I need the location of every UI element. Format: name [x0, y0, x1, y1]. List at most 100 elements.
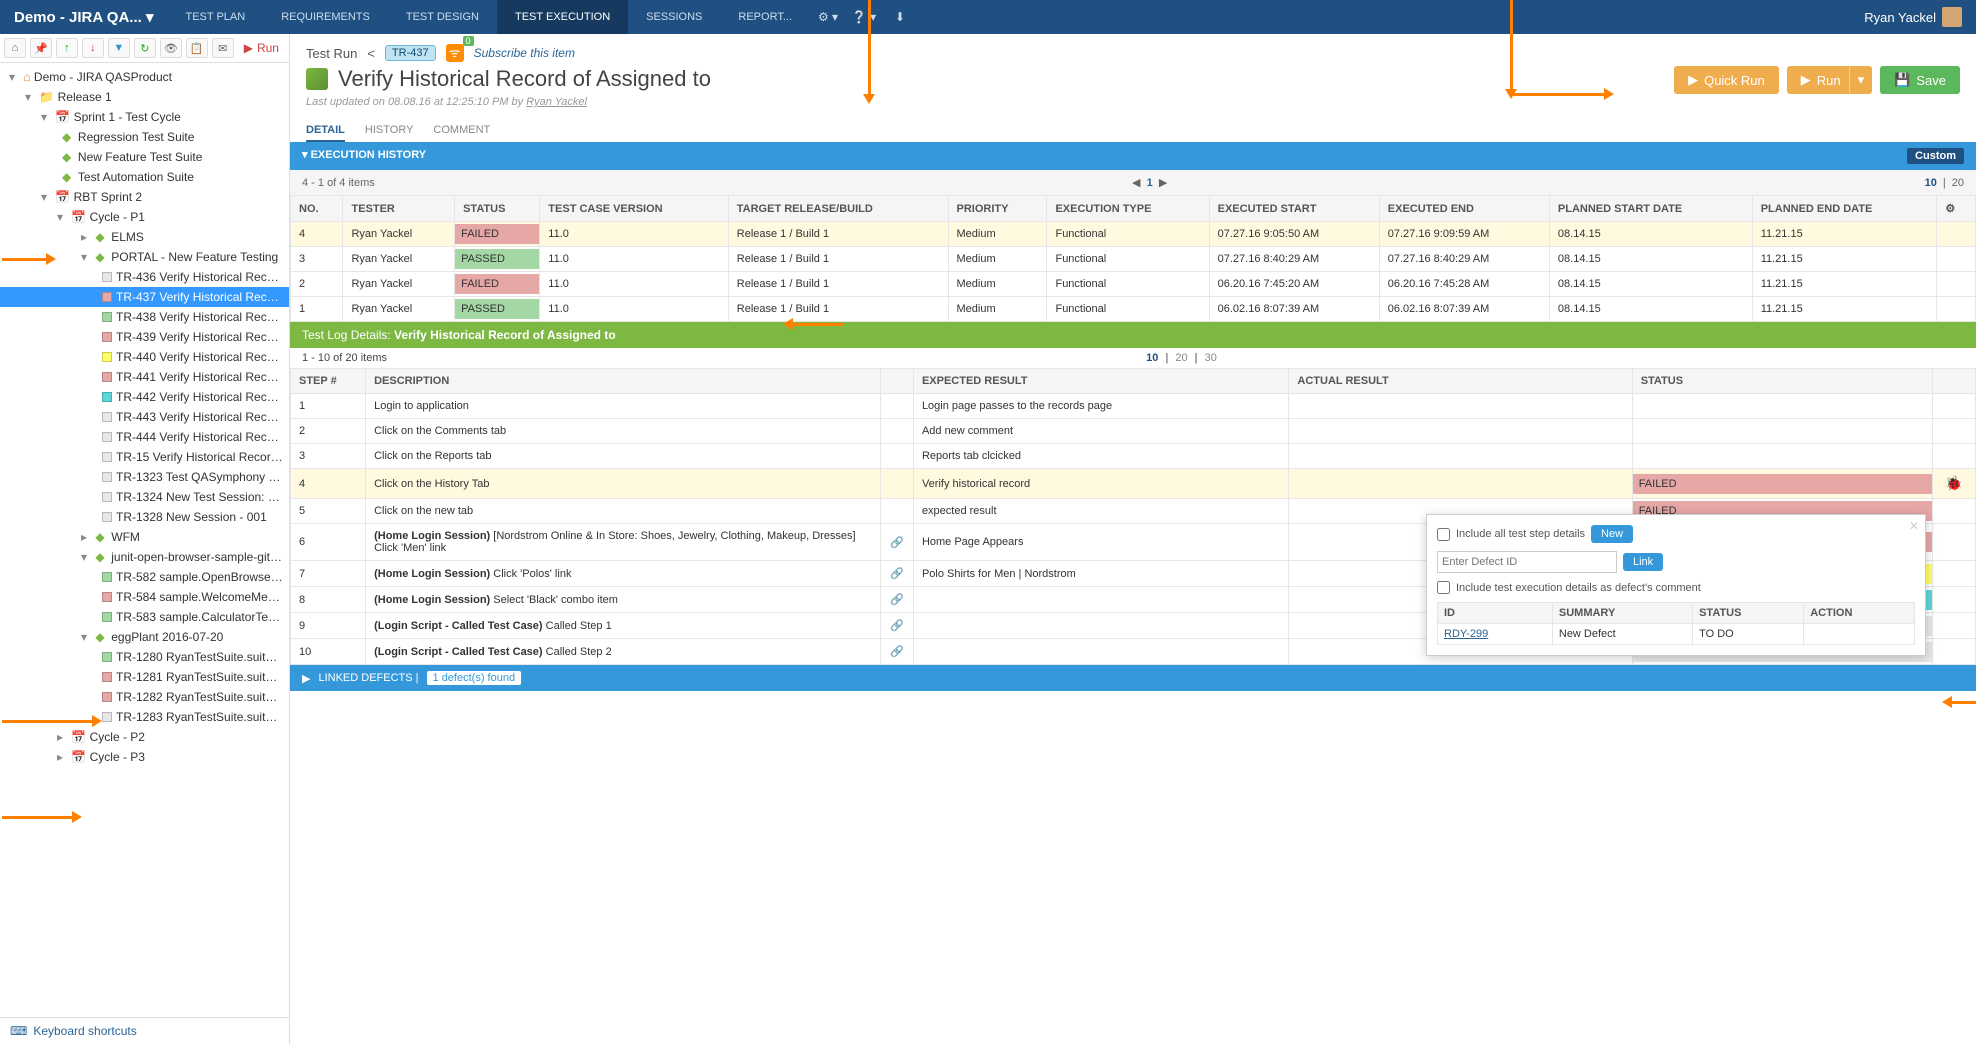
tree-node[interactable]: ◆ New Feature Test Suite [0, 147, 289, 167]
log-size-10[interactable]: 10 [1142, 352, 1162, 364]
tree-node[interactable]: ◆ Regression Test Suite [0, 127, 289, 147]
save-button[interactable]: 💾 Save [1880, 66, 1960, 94]
log-row[interactable]: 3Click on the Reports tabReports tab clc… [291, 444, 1976, 469]
project-title[interactable]: Demo - JIRA QA... ▾ [0, 8, 168, 26]
subscribe-link[interactable]: Subscribe this item [474, 46, 575, 60]
copy-icon[interactable]: 📋 [186, 38, 208, 58]
new-defect-button[interactable]: New [1591, 525, 1633, 543]
down-icon[interactable]: ↓ [82, 38, 104, 58]
updated-user-link[interactable]: Ryan Yackel [526, 96, 587, 108]
run-button[interactable]: ▶ Run [238, 38, 285, 58]
exec-col[interactable]: TARGET RELEASE/BUILD [728, 196, 948, 222]
log-col[interactable]: DESCRIPTION [366, 369, 881, 394]
help-icon[interactable]: ❔ ▾ [846, 0, 882, 34]
bug-icon[interactable]: 🐞 [1945, 475, 1962, 491]
include-steps-checkbox[interactable] [1437, 528, 1450, 541]
log-row[interactable]: 2Click on the Comments tabAdd new commen… [291, 419, 1976, 444]
tree-node[interactable]: TR-442 Verify Historical Record of [0, 387, 289, 407]
refresh-icon[interactable]: ↻ [134, 38, 156, 58]
run-dropdown[interactable]: ▾ [1849, 66, 1873, 94]
tree-node[interactable]: TR-583 sample.CalculatorTestSuc [0, 607, 289, 627]
run-id-badge[interactable]: TR-437 [385, 45, 436, 61]
nav-tab-requirements[interactable]: REQUIREMENTS [263, 0, 388, 34]
exec-row[interactable]: 3Ryan YackelPASSED 11.0Release 1 / Build… [291, 247, 1976, 272]
include-exec-checkbox[interactable] [1437, 581, 1450, 594]
rss-icon[interactable]: ᯤ 0 [446, 44, 464, 62]
tree-node[interactable]: ▸ ◆ WFM [0, 527, 289, 547]
page-size-20[interactable]: 20 [1952, 177, 1964, 189]
eye-icon[interactable]: 👁 [160, 38, 182, 58]
log-col[interactable]: ACTUAL RESULT [1289, 369, 1632, 394]
nav-tab-test-plan[interactable]: TEST PLAN [168, 0, 264, 34]
tree-node[interactable]: ▾ ◆ junit-open-browser-sample-git-mave [0, 547, 289, 567]
tree-node[interactable]: TR-1323 Test QASymphony Requ [0, 467, 289, 487]
tree-node[interactable]: ▸ 📅 Cycle - P3 [0, 747, 289, 767]
nav-tab-test-design[interactable]: TEST DESIGN [388, 0, 497, 34]
tree-node[interactable]: TR-1328 New Session - 001 [0, 507, 289, 527]
tree-node[interactable]: TR-436 Verify Historical Record of [0, 267, 289, 287]
log-col[interactable]: STEP # [291, 369, 366, 394]
tree-node[interactable]: TR-440 Verify Historical Record of [0, 347, 289, 367]
linked-defects-bar[interactable]: ▶ LINKED DEFECTS | 1 defect(s) found [290, 665, 1976, 691]
home-icon[interactable]: ⌂ [4, 38, 26, 58]
log-row[interactable]: 4Click on the History TabVerify historic… [291, 469, 1976, 499]
download-icon[interactable]: ⬇ [882, 0, 918, 34]
tree-node[interactable]: TR-584 sample.WelcomeMessage [0, 587, 289, 607]
log-col[interactable]: STATUS [1632, 369, 1932, 394]
exec-col[interactable]: PLANNED END DATE [1752, 196, 1937, 222]
exec-col[interactable]: TESTER [343, 196, 455, 222]
nav-tab-sessions[interactable]: SESSIONS [628, 0, 720, 34]
tree-node[interactable]: TR-1282 RyanTestSuite.suite|Rya [0, 687, 289, 707]
filter-icon[interactable]: ▼ [108, 38, 130, 58]
tab-history[interactable]: HISTORY [365, 120, 414, 142]
tree-node[interactable]: TR-15 Verify Historical Record of A [0, 447, 289, 467]
tree-node[interactable]: TR-444 Verify Historical Record of [0, 427, 289, 447]
up-icon[interactable]: ↑ [56, 38, 78, 58]
mail-icon[interactable]: ✉ [212, 38, 234, 58]
tree-node[interactable]: ◆ Test Automation Suite [0, 167, 289, 187]
exec-col[interactable]: PRIORITY [948, 196, 1047, 222]
quick-run-button[interactable]: ▶ Quick Run [1674, 66, 1779, 94]
log-col[interactable] [1933, 369, 1976, 394]
log-size-20[interactable]: 20 [1171, 352, 1191, 364]
pager-prev[interactable]: ◀ [1132, 177, 1140, 189]
tree-node[interactable]: TR-1280 RyanTestSuite.suite|Unti [0, 647, 289, 667]
gear-icon[interactable]: ⚙ ▾ [810, 0, 846, 34]
nav-tab-test-execution[interactable]: TEST EXECUTION [497, 0, 628, 34]
tree-node[interactable]: TR-443 Verify Historical Record of [0, 407, 289, 427]
page-size-10[interactable]: 10 [1925, 177, 1937, 189]
tree-node[interactable]: ▸ 📅 Cycle - P2 [0, 727, 289, 747]
log-col[interactable]: EXPECTED RESULT [913, 369, 1288, 394]
tree-node[interactable]: ▾ 📁 Release 1 [0, 87, 289, 107]
exec-col[interactable]: EXECUTED END [1379, 196, 1549, 222]
nav-tab-report-[interactable]: REPORT... [720, 0, 810, 34]
defect-id-link[interactable]: RDY-299 [1444, 628, 1488, 640]
tree-node[interactable]: ▾ ◆ eggPlant 2016-07-20 [0, 627, 289, 647]
tree-node[interactable]: TR-441 Verify Historical Record of [0, 367, 289, 387]
log-size-30[interactable]: 30 [1201, 352, 1221, 364]
tree-node[interactable]: TR-1281 RyanTestSuite.suite|Rya [0, 667, 289, 687]
tree-node[interactable]: ▾ 📅 Sprint 1 - Test Cycle [0, 107, 289, 127]
tree-node[interactable]: ▾ 📅 RBT Sprint 2 [0, 187, 289, 207]
log-col[interactable] [881, 369, 914, 394]
tree-node[interactable]: ▾ 📅 Cycle - P1 [0, 207, 289, 227]
defect-row[interactable]: RDY-299New DefectTO DO [1438, 624, 1915, 645]
close-icon[interactable]: ✕ [1909, 519, 1919, 533]
exec-row[interactable]: 4Ryan YackelFAILED 11.0Release 1 / Build… [291, 222, 1976, 247]
tree-node[interactable]: TR-437 Verify Historical Record of [0, 287, 289, 307]
run-button[interactable]: ▶ Run [1787, 66, 1855, 94]
tree-node[interactable]: ▾ ◆ PORTAL - New Feature Testing [0, 247, 289, 267]
tab-comment[interactable]: COMMENT [433, 120, 490, 142]
current-user[interactable]: Ryan Yackel [1850, 7, 1976, 27]
exec-row[interactable]: 2Ryan YackelFAILED 11.0Release 1 / Build… [291, 272, 1976, 297]
tree-node[interactable]: ▸ ◆ ELMS [0, 227, 289, 247]
defect-id-input[interactable] [1437, 551, 1617, 573]
tree-node[interactable]: ▾ ⌂ Demo - JIRA QASProduct [0, 67, 289, 87]
exec-col[interactable]: PLANNED START DATE [1549, 196, 1752, 222]
exec-row[interactable]: 1Ryan YackelPASSED 11.0Release 1 / Build… [291, 297, 1976, 322]
link-defect-button[interactable]: Link [1623, 553, 1663, 571]
tree-node[interactable]: TR-439 Verify Historical Record of [0, 327, 289, 347]
pager-next[interactable]: ▶ [1159, 177, 1167, 189]
tab-detail[interactable]: DETAIL [306, 120, 345, 142]
tree-node[interactable]: TR-1324 New Test Session: QAS [0, 487, 289, 507]
